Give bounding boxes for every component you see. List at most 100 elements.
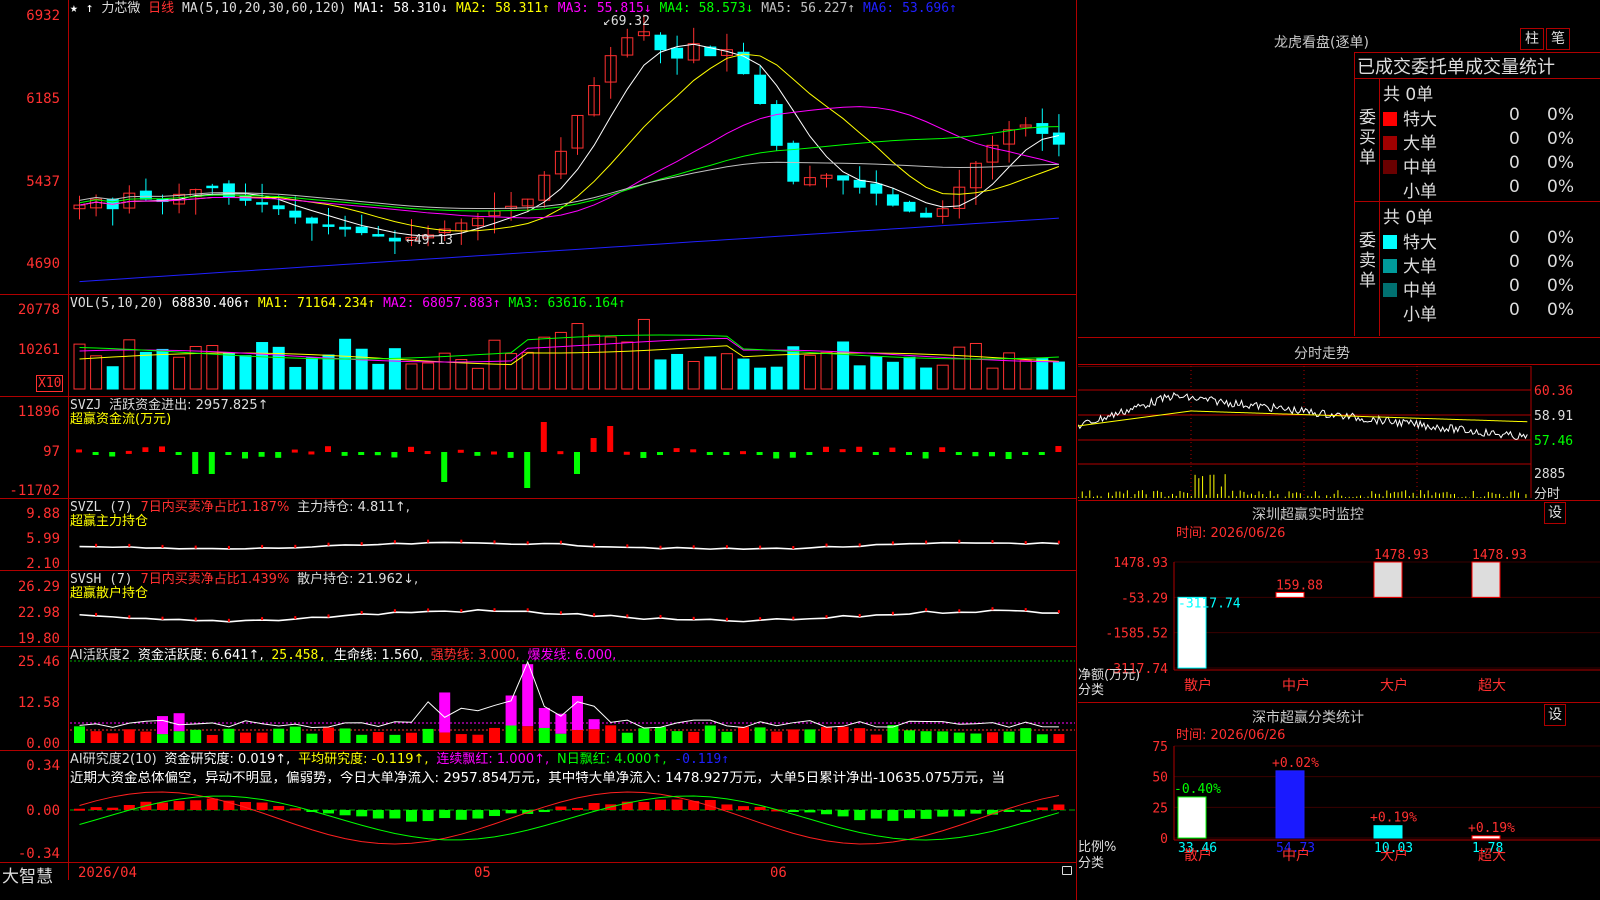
volume-tick xyxy=(1348,496,1350,498)
lock-icon[interactable] xyxy=(1062,866,1072,875)
volume-tick xyxy=(1318,495,1320,498)
volume-tick xyxy=(1420,490,1422,498)
research-bar xyxy=(356,810,368,817)
color-swatch xyxy=(1383,136,1397,150)
flow-bar xyxy=(1055,446,1062,452)
tick-mark xyxy=(128,615,131,619)
research-bar xyxy=(323,810,334,814)
research-bar xyxy=(256,802,268,810)
flow-bar xyxy=(756,452,763,455)
sz-class-settings-button[interactable]: 设 xyxy=(1544,704,1566,726)
volume-tick xyxy=(1341,495,1343,498)
sz-monitor-ylabel: 净额(万元) xyxy=(1078,668,1141,683)
activity-bar xyxy=(190,729,202,743)
volume-bar xyxy=(106,366,119,390)
volume-bar xyxy=(870,356,883,390)
volume-tick xyxy=(1499,493,1501,498)
volume-tick xyxy=(1134,494,1136,498)
research-bar xyxy=(821,810,832,815)
volume-chart xyxy=(73,318,1065,390)
volume-tick xyxy=(1329,496,1331,498)
volume-tick xyxy=(1465,496,1467,498)
flow-bar xyxy=(590,438,597,452)
research-bar xyxy=(173,801,185,810)
volume-tick xyxy=(1352,497,1354,498)
y-tick: 26.29 xyxy=(17,579,60,595)
volume-tick xyxy=(1299,493,1301,498)
tick-mark xyxy=(161,544,164,548)
candle xyxy=(339,226,352,230)
tick-mode-button[interactable]: 笔 xyxy=(1546,28,1570,50)
volume-bar xyxy=(505,353,518,390)
divider xyxy=(0,396,1077,397)
volume-tick xyxy=(1085,496,1087,498)
tick-mark xyxy=(460,609,463,613)
candle xyxy=(206,185,219,189)
buy-count: 共 0单 xyxy=(1383,85,1434,105)
volume-bar xyxy=(969,342,982,390)
volume-tick xyxy=(1115,491,1117,498)
burst-bar xyxy=(173,713,185,732)
volume-bar xyxy=(571,323,584,390)
intraday-chart[interactable] xyxy=(1078,366,1600,498)
sell-side-label: 委卖单 xyxy=(1359,231,1376,291)
x-axis-label: 2026/04 xyxy=(78,865,138,881)
x-axis-label: 05 xyxy=(474,865,491,881)
change-label: +0.19% xyxy=(1370,811,1417,826)
volume-tick xyxy=(1314,491,1316,498)
volume-tick xyxy=(1190,496,1192,498)
volume-bar xyxy=(90,355,103,390)
color-swatch xyxy=(1383,259,1397,273)
x-axis-label: 06 xyxy=(770,865,787,881)
indicator-line xyxy=(79,541,1059,551)
change-label: +0.19% xyxy=(1468,821,1515,836)
tick-mark xyxy=(593,613,596,617)
volume-tick xyxy=(1438,493,1440,498)
activity-bar xyxy=(920,731,932,743)
research-bar xyxy=(107,807,119,810)
research-bar xyxy=(289,808,301,811)
activity-bar xyxy=(638,728,650,743)
flow-bar xyxy=(474,452,481,456)
research-bar xyxy=(953,810,965,817)
research-bar xyxy=(74,808,85,811)
volume-tick xyxy=(1247,494,1249,498)
volume-bar xyxy=(422,362,435,390)
volume-tick xyxy=(1401,491,1403,498)
kline-workspace[interactable]: 6932 6185 5437 4690 ★ ↑ 力芯微 日线 MA(5,10,2… xyxy=(0,0,1077,900)
row-pct: 0% xyxy=(1547,276,1574,296)
flow-bar xyxy=(408,446,414,452)
flow-bar xyxy=(922,452,929,459)
ma-line xyxy=(79,106,1060,219)
tick-mark xyxy=(659,614,662,618)
sz-monitor-settings-button[interactable]: 设 xyxy=(1544,502,1566,524)
activity-bar xyxy=(422,728,434,743)
research-bar xyxy=(738,806,749,810)
y-tick: -11702 xyxy=(9,483,60,499)
tick-mark xyxy=(393,540,396,544)
activity-bar xyxy=(688,731,700,743)
activity-bar xyxy=(987,732,998,743)
activity-bar xyxy=(870,734,882,743)
flow-bar xyxy=(723,452,730,455)
divider xyxy=(0,570,1077,571)
volume-tick xyxy=(1198,478,1200,498)
volume-tick xyxy=(1093,496,1095,498)
volume-bar xyxy=(372,363,385,390)
sell-count: 共 0单 xyxy=(1383,208,1434,228)
activity-bar xyxy=(538,727,550,743)
category-bar xyxy=(1275,770,1305,839)
volume-tick xyxy=(1288,491,1290,498)
flow-bar xyxy=(358,452,365,455)
volume-bar xyxy=(604,336,617,390)
volume-tick xyxy=(1356,496,1358,498)
volume-bar xyxy=(538,336,551,390)
tick-mark xyxy=(360,610,363,614)
category-label: 散户 xyxy=(1184,847,1212,864)
volume-tick xyxy=(1510,491,1512,498)
kline-chart[interactable] xyxy=(70,14,1075,292)
volume-tick xyxy=(1217,493,1219,498)
volume-tick xyxy=(1506,496,1508,498)
bar-mode-button[interactable]: 柱 xyxy=(1520,28,1544,50)
volume-tick xyxy=(1367,496,1369,498)
